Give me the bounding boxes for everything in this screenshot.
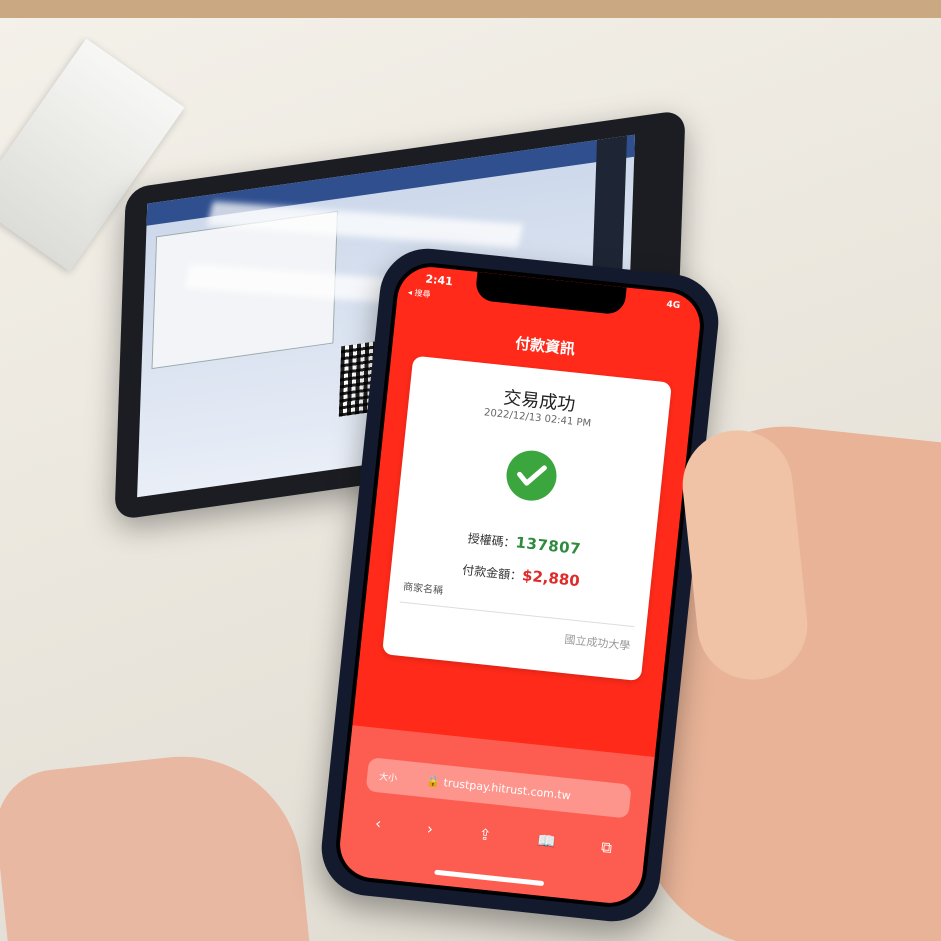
- phone-bezel: 2:41 ◂ 搜尋 4G 付款資訊 交易成功 2022/12/13 02:41 …: [332, 259, 708, 911]
- payment-result-card: 交易成功 2022/12/13 02:41 PM 授權碼：137807 付款金額…: [382, 355, 672, 682]
- phone-screen: 2:41 ◂ 搜尋 4G 付款資訊 交易成功 2022/12/13 02:41 …: [336, 263, 704, 907]
- back-icon[interactable]: ‹: [374, 814, 382, 833]
- auth-code-label: 授權碼：: [467, 531, 517, 551]
- tabs-icon[interactable]: ⧉: [600, 838, 613, 857]
- divider: [399, 601, 635, 628]
- merchant-value: 國立成功大學: [563, 632, 631, 653]
- text-size-button[interactable]: 大小: [379, 769, 398, 784]
- success-check-icon: [504, 448, 559, 504]
- notch: [474, 271, 627, 316]
- share-icon[interactable]: ⇪: [478, 825, 492, 844]
- photo-scene: 上傳 $2,880 2:41 ◂ 搜尋 4G 付款資訊 交易成功 2022/12…: [0, 0, 941, 941]
- browser-chrome: 大小 🔒 trustpay.hitrust.com.tw ‹ › ⇪ 📖 ⧉: [336, 725, 655, 907]
- amount-value: $2,880: [521, 566, 581, 591]
- url-text: trustpay.hitrust.com.tw: [443, 775, 572, 802]
- amount-label: 付款金額：: [461, 562, 523, 584]
- forward-icon[interactable]: ›: [426, 820, 434, 839]
- auth-code-value: 137807: [514, 533, 582, 559]
- lock-icon: 🔒: [425, 773, 445, 789]
- network-indicator: 4G: [665, 299, 681, 312]
- address-bar[interactable]: 大小 🔒 trustpay.hitrust.com.tw: [365, 757, 632, 819]
- smartphone: 2:41 ◂ 搜尋 4G 付款資訊 交易成功 2022/12/13 02:41 …: [316, 244, 724, 926]
- merchant-label: 商家名稱: [402, 581, 444, 597]
- back-link[interactable]: ◂ 搜尋: [407, 287, 431, 300]
- status-time: 2:41: [424, 272, 454, 289]
- bookmarks-icon[interactable]: 📖: [536, 831, 556, 851]
- wood-edge: [0, 0, 941, 18]
- home-indicator: [434, 869, 545, 887]
